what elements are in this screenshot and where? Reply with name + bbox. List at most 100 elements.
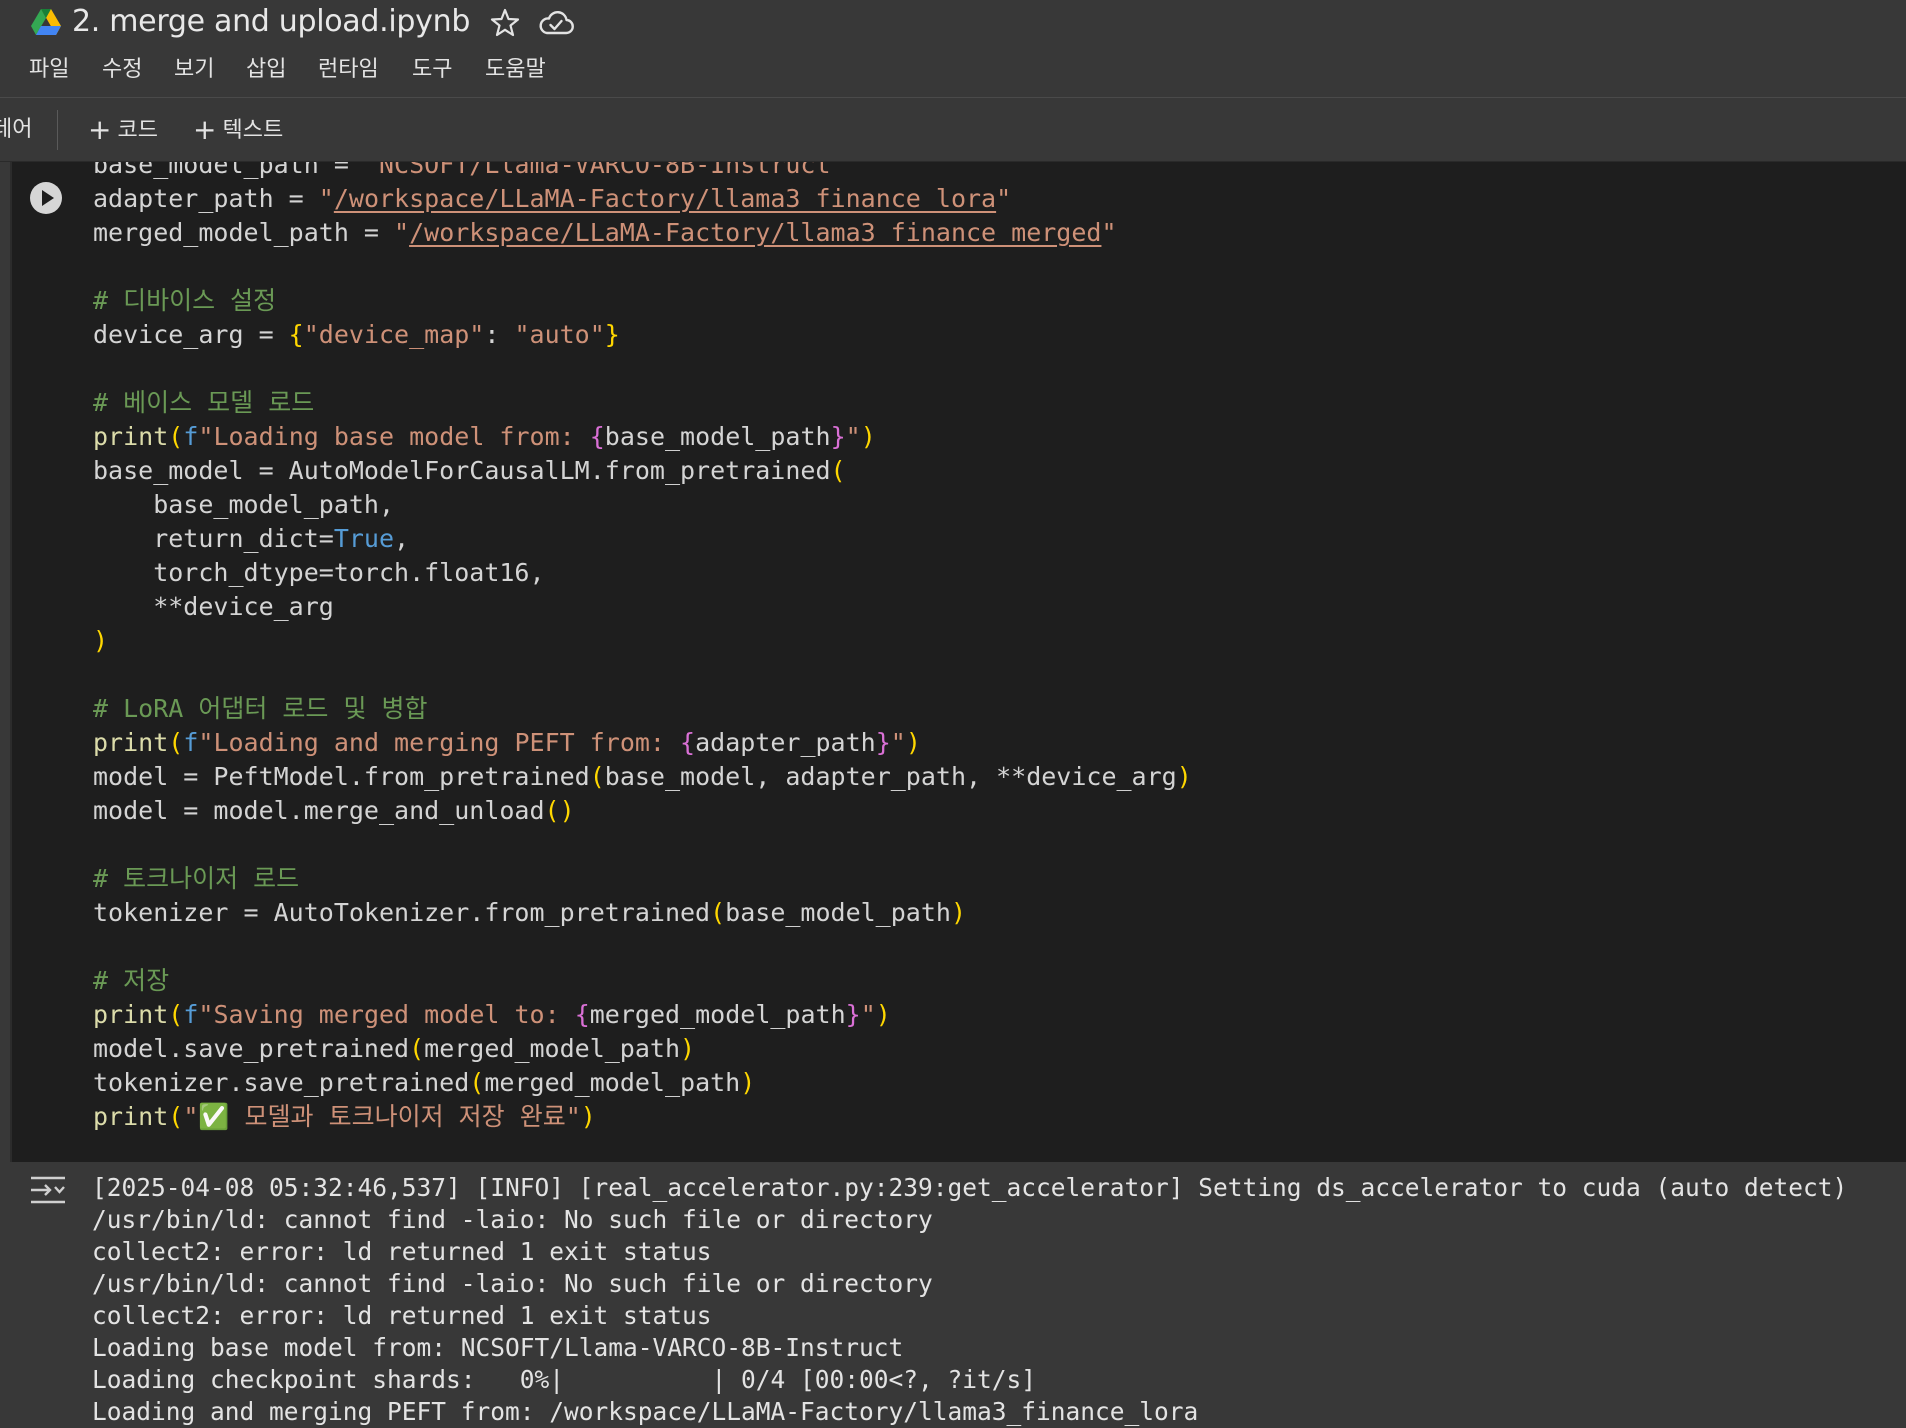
code-token: ) (950, 898, 967, 927)
output-line: Loading and merging PEFT from: /workspac… (92, 1397, 1199, 1426)
code-token: f (183, 728, 199, 757)
code-token: ( (168, 1000, 184, 1029)
code-line: torch_dtype=torch.float16, (93, 556, 1192, 590)
code-token: "Loading base model from: (198, 422, 590, 451)
menu-help[interactable]: 도움말 (481, 52, 550, 88)
code-token: print (93, 422, 169, 451)
code-token: { (288, 320, 304, 349)
menu-tools[interactable]: 도구 (408, 52, 456, 88)
code-token: base_model = AutoModelForCausalLM.from_p… (93, 456, 831, 485)
code-line: device_arg = {"device_map": "auto"} (93, 318, 1192, 352)
code-token: base_model_path (604, 422, 831, 451)
code-token: base_model, adapter_path, **device_arg (604, 762, 1177, 791)
code-token: return_dict= (93, 524, 334, 553)
code-token: "auto" (514, 320, 605, 349)
code-token: " (890, 728, 906, 757)
code-editor[interactable]: base_model_path = "NCSOFT/Llama-VARCO-8B… (93, 162, 1192, 1134)
code-token: tokenizer = AutoTokenizer.from_pretraine… (93, 898, 711, 927)
code-line: base_model_path = "NCSOFT/Llama-VARCO-8B… (93, 162, 1192, 182)
code-line: # 베이스 모델 로드 (93, 386, 1192, 420)
code-token: ( (168, 1102, 184, 1131)
code-line: **device_arg (93, 590, 1192, 624)
plus-icon: + (88, 113, 112, 146)
code-line: tokenizer.save_pretrained(merged_model_p… (93, 1066, 1192, 1100)
run-cell-button[interactable] (28, 180, 64, 216)
code-token: adapter_path (695, 728, 876, 757)
code-line: base_model = AutoModelForCausalLM.from_p… (93, 454, 1192, 488)
notebook-title[interactable]: 2. merge and upload.ipynb (72, 2, 470, 42)
code-line: tokenizer = AutoTokenizer.from_pretraine… (93, 896, 1192, 930)
code-token: /workspace/LLaMA-Factory/llama3_finance_… (333, 184, 997, 213)
code-token: ( (710, 898, 726, 927)
code-line: print(f"Saving merged model to: {merged_… (93, 998, 1192, 1032)
code-token: ( (168, 728, 184, 757)
menu-file[interactable]: 파일 (25, 52, 73, 88)
code-token: base_model_path (725, 898, 951, 927)
star-icon[interactable] (488, 6, 522, 40)
output-toggle-icon[interactable] (28, 1174, 68, 1206)
code-token: tokenizer.save_pretrained (93, 1068, 470, 1097)
toolbar-separator (57, 110, 58, 150)
code-token: "NCSOFT/Llama-VARCO-8B-Instruct" (363, 162, 846, 179)
code-token: f (183, 1000, 199, 1029)
code-token: device_arg = (93, 320, 289, 349)
add-code-label: 코드 (117, 118, 158, 143)
code-token: model = PeftModel.from_pretrained (93, 762, 590, 791)
menu-view[interactable]: 보기 (170, 52, 218, 88)
code-token: " (318, 184, 334, 213)
code-token: base_model_path, (93, 490, 395, 519)
toolbar-command-label[interactable]: 데어 (0, 114, 32, 146)
add-code-button[interactable]: + 코드 (88, 110, 158, 150)
code-token: " (394, 218, 410, 247)
menu-runtime[interactable]: 런타임 (314, 52, 383, 88)
code-token: " (1101, 218, 1117, 247)
code-token: " (845, 422, 861, 451)
code-token: " (860, 1000, 876, 1029)
code-token: model = model.merge_and_unload (93, 796, 545, 825)
code-token: # 저장 (93, 966, 170, 995)
code-token: { (589, 422, 605, 451)
code-token: print (93, 728, 169, 757)
menu-bar: 파일 수정 보기 삽입 런타임 도구 도움말 (0, 46, 1906, 96)
menu-insert[interactable]: 삽입 (242, 52, 290, 88)
code-line: ) (93, 624, 1192, 658)
title-bar: 2. merge and upload.ipynb (0, 0, 1906, 46)
code-token: { (574, 1000, 590, 1029)
code-token: ( (589, 762, 605, 791)
code-token: { (680, 728, 696, 757)
code-token: # LoRA 어댑터 로드 및 병합 (93, 694, 428, 723)
google-drive-icon[interactable] (30, 8, 62, 36)
code-line: print("✅ 모델과 토크나이저 저장 완료") (93, 1100, 1192, 1134)
output-line: [2025-04-08 05:32:46,537] [INFO] [real_a… (92, 1173, 1848, 1202)
code-line: model = model.merge_and_unload() (93, 794, 1192, 828)
add-text-button[interactable]: + 텍스트 (193, 110, 283, 150)
code-token: # 베이스 모델 로드 (93, 388, 315, 417)
code-token: merged_model_path (484, 1068, 741, 1097)
add-text-label: 텍스트 (222, 118, 284, 143)
output-line: /usr/bin/ld: cannot find -laio: No such … (92, 1269, 933, 1298)
code-token: } (875, 728, 891, 757)
code-line: merged_model_path = "/workspace/LLaMA-Fa… (93, 216, 1192, 250)
code-token: } (604, 320, 620, 349)
code-token: ( (830, 456, 846, 485)
code-line: base_model_path, (93, 488, 1192, 522)
code-token: ) (905, 728, 921, 757)
code-token: ) (1176, 762, 1192, 791)
code-token: "Loading and merging PEFT from: (198, 728, 681, 757)
code-token: "✅ 모델과 토크나이저 저장 완료" (183, 1102, 581, 1131)
output-text: [2025-04-08 05:32:46,537] [INFO] [real_a… (92, 1172, 1847, 1428)
code-token: ( (469, 1068, 485, 1097)
code-line: print(f"Loading and merging PEFT from: {… (93, 726, 1192, 760)
code-line: # LoRA 어댑터 로드 및 병합 (93, 692, 1192, 726)
menu-edit[interactable]: 수정 (98, 52, 146, 88)
code-token: ) (580, 1102, 596, 1131)
code-token: merged_model_path (589, 1000, 846, 1029)
code-token: , (394, 524, 410, 553)
code-cell[interactable]: base_model_path = "NCSOFT/Llama-VARCO-8B… (10, 162, 1906, 1162)
cloud-saved-icon[interactable] (537, 6, 575, 40)
code-token: ( (168, 422, 184, 451)
